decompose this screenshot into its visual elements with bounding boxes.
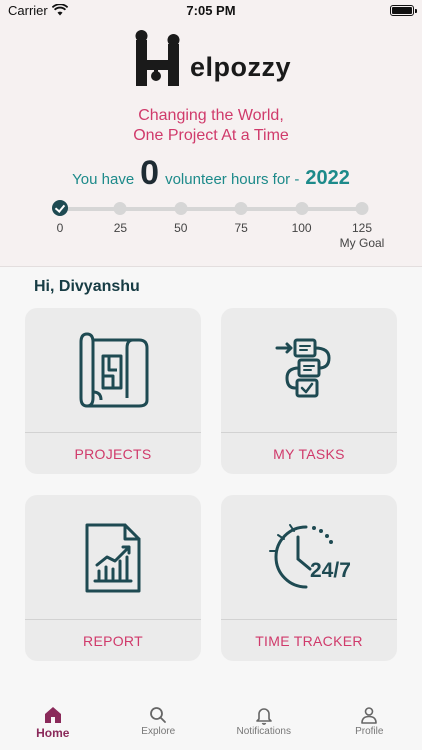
tab-notifications[interactable]: Notifications <box>211 695 317 750</box>
progress-tick-label: 0 <box>56 221 64 235</box>
clock-24-7-icon: 24/7 <box>269 524 351 589</box>
time-tracker-card[interactable]: 24/7 TIME TRACKER <box>221 495 397 661</box>
header: elpozzy Changing the World, One Project … <box>0 22 422 267</box>
progress-marker-0 <box>52 200 68 216</box>
progress-tick-label: 75 <box>234 221 248 235</box>
hours-prefix: You have <box>72 171 135 188</box>
tab-explore-label: Explore <box>141 726 176 737</box>
projects-label: PROJECTS <box>74 446 152 462</box>
tab-profile-label: Profile <box>355 726 384 737</box>
hours-year: 2022 <box>305 167 350 189</box>
goal-label: My Goal <box>339 236 385 250</box>
tab-explore[interactable]: Explore <box>106 695 212 750</box>
progress-tick-label: 100 <box>291 221 312 235</box>
projects-card[interactable]: PROJECTS <box>25 308 201 474</box>
hours-value: 0 <box>140 154 160 192</box>
app-logo: elpozzy <box>132 30 292 88</box>
search-icon <box>150 707 167 723</box>
person-icon <box>361 707 378 724</box>
h-circuit-logo-icon <box>135 30 180 86</box>
svg-text:24/7: 24/7 <box>310 559 351 582</box>
progress-marker-25 <box>113 202 127 215</box>
clock-time: 7:05 PM <box>186 3 236 18</box>
progress-marker-75 <box>234 202 248 215</box>
bottom-tab-bar: Home Explore Notifications Profile <box>0 695 422 750</box>
tab-profile[interactable]: Profile <box>317 695 422 750</box>
user-greeting: Hi, Divyanshu <box>34 278 140 295</box>
progress-marker-125 <box>355 202 369 215</box>
blueprint-icon <box>79 332 149 408</box>
report-chart-icon <box>85 523 141 593</box>
progress-marker-100 <box>295 202 309 215</box>
goal-progress-track <box>60 207 362 211</box>
tab-notifications-label: Notifications <box>236 726 291 737</box>
time-tracker-label: TIME TRACKER <box>255 633 363 649</box>
volunteer-hours-summary: You have 0 volunteer hours for - 2022 <box>0 156 422 190</box>
progress-tick-label: 50 <box>174 221 188 235</box>
report-label: REPORT <box>83 633 143 649</box>
battery-icon <box>390 5 417 16</box>
progress-tick-label: 125 <box>351 221 373 235</box>
tab-home[interactable]: Home <box>0 695 106 750</box>
home-icon <box>44 707 61 723</box>
my-tasks-label: MY TASKS <box>273 446 345 462</box>
progress-marker-50 <box>174 202 188 215</box>
hours-suffix: volunteer hours for - <box>165 171 300 188</box>
tagline-line-2: One Project At a Time <box>133 127 289 144</box>
my-tasks-card[interactable]: MY TASKS <box>221 308 397 474</box>
tab-home-label: Home <box>36 726 70 740</box>
bell-icon <box>255 708 272 725</box>
status-bar: Carrier 7:05 PM <box>0 0 422 22</box>
tagline-line-1: Changing the World, <box>138 107 284 124</box>
logo-wordmark: elpozzy <box>190 52 292 82</box>
progress-tick-label: 25 <box>113 221 128 235</box>
report-card[interactable]: REPORT <box>25 495 201 661</box>
task-flow-icon <box>275 338 331 398</box>
